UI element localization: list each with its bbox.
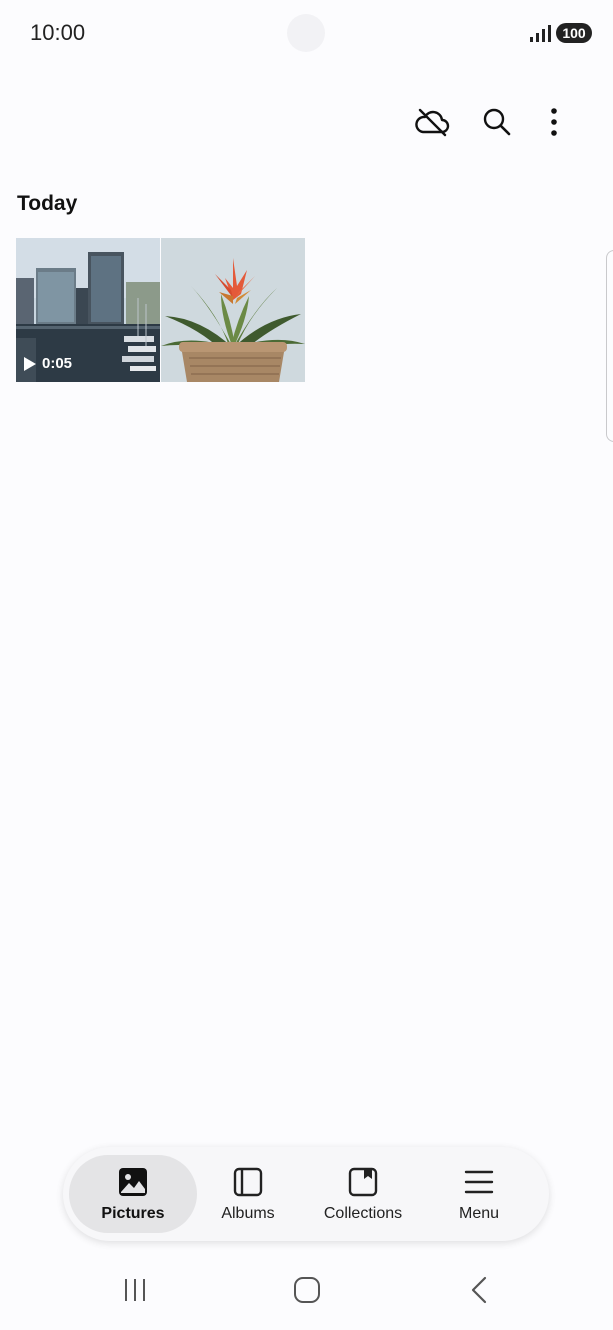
tab-pictures[interactable]: Pictures [69,1155,197,1233]
status-time: 10:00 [30,20,86,45]
albums-icon [233,1167,263,1197]
video-duration: 0:05 [24,355,72,372]
home-button[interactable] [287,1274,327,1306]
plant-image [161,238,305,382]
bottom-navigation: Pictures Albums Collections Menu [63,1147,549,1241]
section-title: Today [17,192,78,215]
video-thumbnail[interactable]: 0:05 [16,238,160,382]
system-navigation-bar [0,1258,613,1322]
back-icon [471,1276,487,1304]
cloud-off-icon [415,108,450,137]
status-bar: 10:00 100 [0,0,613,64]
more-vertical-icon [551,108,557,136]
search-button[interactable] [476,101,518,143]
back-button[interactable] [459,1274,499,1306]
tab-pictures-label: Pictures [101,1205,165,1222]
pictures-icon [119,1168,147,1196]
tab-albums-label: Albums [221,1205,275,1222]
duration-label: 0:05 [42,355,73,372]
battery-indicator: 100 [556,23,592,43]
menu-icon [464,1170,494,1194]
photo-thumbnail[interactable] [161,238,305,382]
tab-albums[interactable]: Albums [189,1155,307,1233]
home-icon [294,1277,320,1303]
collections-icon [348,1167,378,1197]
fast-scroll-handle[interactable] [606,250,613,442]
search-icon [483,108,511,136]
recent-apps-button[interactable] [115,1274,155,1306]
tab-menu-label: Menu [458,1205,500,1222]
tab-menu[interactable]: Menu [420,1155,538,1233]
play-icon [24,356,36,371]
more-options-button[interactable] [533,101,575,143]
signal-icon [530,25,551,42]
cloud-sync-button[interactable] [411,101,453,143]
tab-collections-label: Collections [323,1205,403,1222]
camera-cutout [287,14,325,52]
recent-apps-icon [125,1279,145,1301]
tab-collections[interactable]: Collections [304,1155,422,1233]
